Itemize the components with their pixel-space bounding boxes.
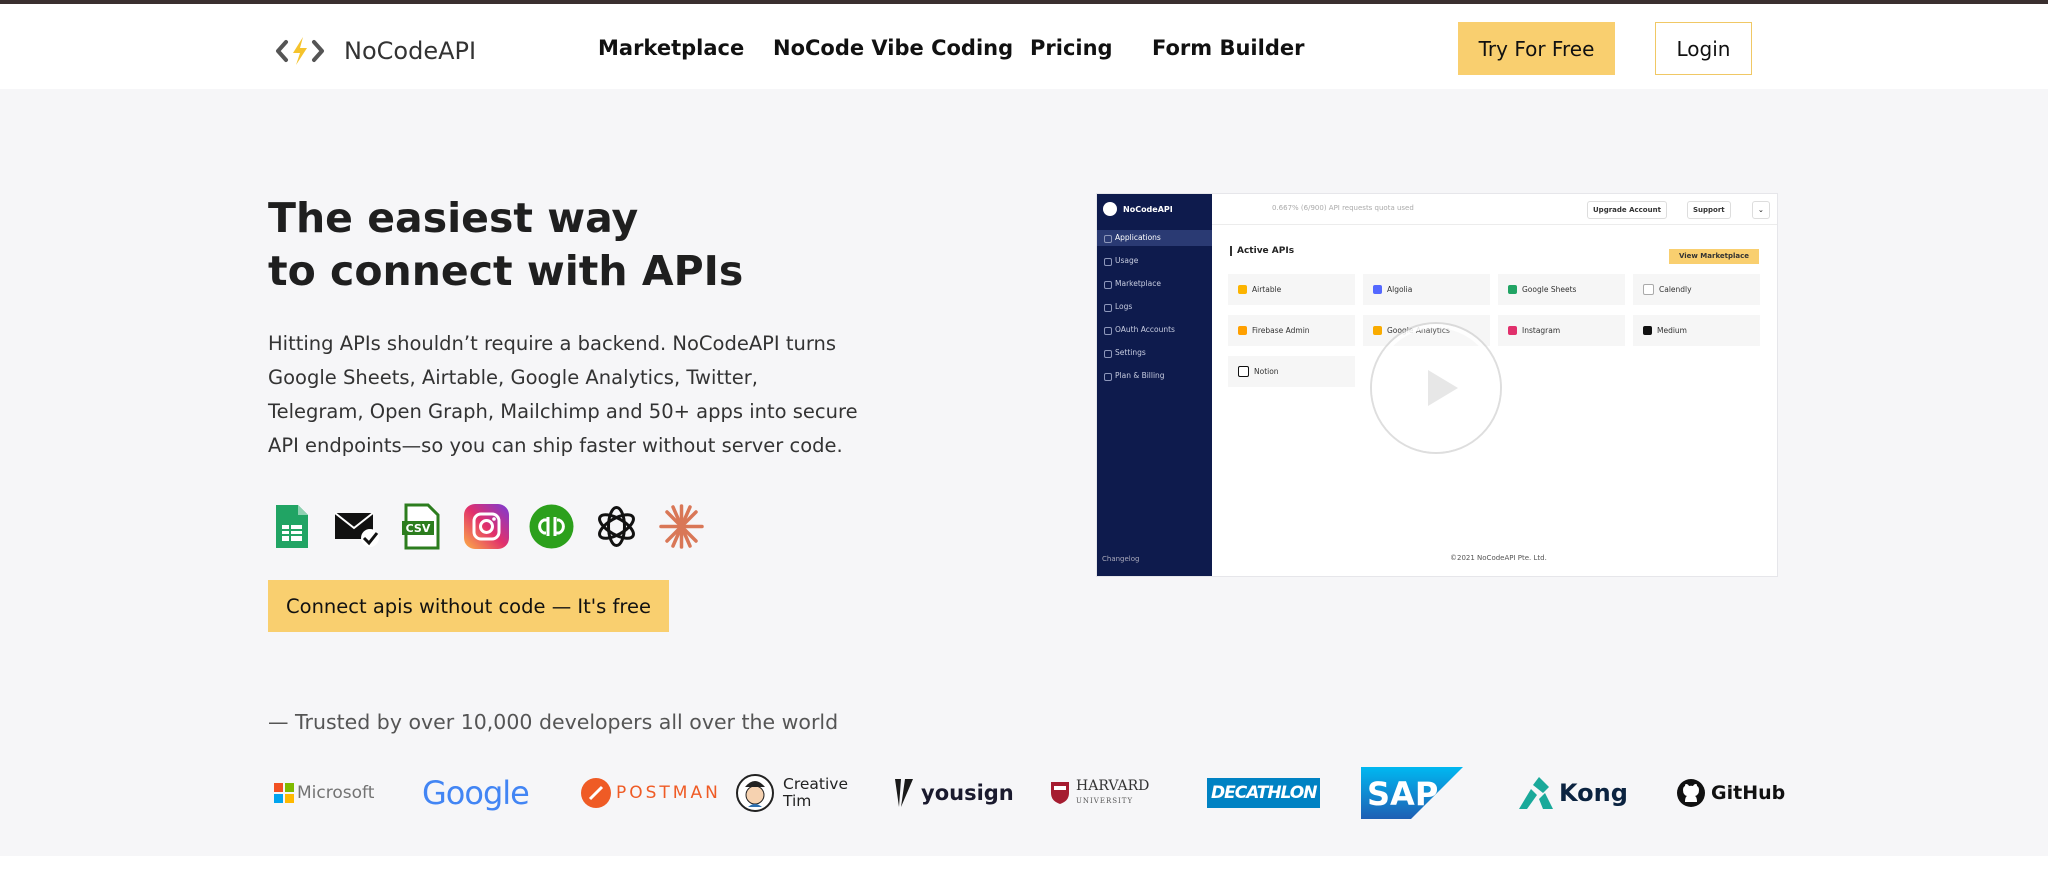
- csv-icon: CSV: [402, 503, 440, 550]
- instagram-icon: [464, 504, 509, 549]
- demo-sidebar-item: Settings: [1097, 345, 1212, 361]
- brand-yousign: yousign: [893, 768, 1014, 818]
- brand-harvard-sub: UNIVERSITY: [1076, 797, 1134, 805]
- hero-title: The easiest way to connect with APIs: [268, 192, 743, 298]
- demo-api-name: Instagram: [1522, 326, 1561, 335]
- demo-app-title: NoCodeAPI: [1097, 194, 1218, 224]
- brand-decathlon: DECATHLON: [1207, 768, 1321, 818]
- demo-api-card: Google Sheets: [1498, 274, 1625, 305]
- email-verify-icon: [334, 512, 379, 547]
- demo-sidebar-item: Plan & Billing: [1097, 368, 1212, 384]
- demo-support-button: Support: [1687, 201, 1731, 219]
- nav-link-marketplace[interactable]: Marketplace: [598, 36, 744, 60]
- demo-copyright: ©2021 NoCodeAPI Pte. Ltd.: [1450, 554, 1547, 562]
- try-for-free-button[interactable]: Try For Free: [1458, 22, 1615, 75]
- brand-name: NoCodeAPI: [344, 37, 477, 65]
- demo-quota-text: 0.667% (6/900) API requests quota used: [1272, 204, 1414, 212]
- creative-tim-logo-icon: [736, 774, 774, 812]
- demo-api-card: Algolia: [1363, 274, 1490, 305]
- demo-avatar-icon: [1103, 202, 1117, 216]
- demo-api-name: Firebase Admin: [1252, 326, 1310, 335]
- next-section: [0, 856, 2048, 881]
- harvard-shield-icon: [1051, 782, 1069, 804]
- brand-creative-tim: Creative Tim: [735, 768, 848, 818]
- brand-github-name: GitHub: [1711, 782, 1786, 804]
- yousign-logo-icon: [895, 779, 913, 807]
- demo-sidebar-item: Applications: [1097, 230, 1212, 246]
- brand-decathlon-name: DECATHLON: [1207, 778, 1321, 808]
- demo-api-card: Firebase Admin: [1228, 315, 1355, 346]
- brand-google-name: Google: [422, 774, 530, 812]
- brand-sap: SAP: [1361, 767, 1463, 819]
- demo-view-marketplace-button: View Marketplace: [1669, 249, 1759, 264]
- navbar: NoCodeAPI Marketplace NoCode Vibe Coding…: [0, 4, 2048, 89]
- brand-creative-tim-line1: Creative: [783, 775, 848, 793]
- demo-api-name: Calendly: [1659, 285, 1692, 294]
- demo-api-name: Medium: [1657, 326, 1687, 335]
- brand-postman: POSTMAN: [580, 768, 721, 818]
- demo-sidebar-item: OAuth Accounts: [1097, 322, 1212, 338]
- brand-postman-name: POSTMAN: [616, 783, 721, 803]
- brand-creative-tim-name: Creative Tim: [783, 776, 848, 810]
- microsoft-logo-icon: [274, 783, 294, 803]
- logo-icon: [276, 37, 324, 65]
- hero-title-line-2: to connect with APIs: [268, 247, 744, 295]
- hero-description: Hitting APIs shouldn’t require a backend…: [268, 332, 858, 457]
- brand-harvard-text: HARVARD UNIVERSITY: [1076, 779, 1149, 807]
- nav-link-form-builder[interactable]: Form Builder: [1152, 36, 1304, 60]
- demo-api-card: Airtable: [1228, 274, 1355, 305]
- demo-upgrade-button: Upgrade Account: [1587, 201, 1667, 219]
- demo-sidebar-item: Logs: [1097, 299, 1212, 315]
- demo-dropdown-icon: ⌄: [1752, 201, 1770, 219]
- demo-api-name: Google Sheets: [1522, 285, 1577, 294]
- connect-apis-cta-button[interactable]: Connect apis without code — It's free: [268, 580, 669, 632]
- openai-icon: [598, 506, 635, 547]
- svg-text:CSV: CSV: [406, 522, 431, 535]
- demo-api-name: Algolia: [1387, 285, 1413, 294]
- brand-microsoft: Microsoft: [274, 768, 374, 818]
- brand-google: Google: [422, 768, 530, 818]
- demo-sidebar: NoCodeAPI Applications Usage Marketplace…: [1097, 194, 1212, 576]
- login-button[interactable]: Login: [1655, 22, 1752, 75]
- hero-title-line-1: The easiest way: [268, 194, 639, 242]
- brand-harvard-name: HARVARD: [1076, 778, 1150, 794]
- brand-logo[interactable]: NoCodeAPI: [274, 33, 476, 69]
- demo-sidebar-item: Usage: [1097, 253, 1212, 269]
- nav-link-pricing[interactable]: Pricing: [1030, 36, 1113, 60]
- play-icon[interactable]: [1372, 324, 1500, 452]
- demo-app-name: NoCodeAPI: [1123, 204, 1173, 214]
- github-logo-icon: [1677, 779, 1705, 807]
- brand-kong: Kong: [1515, 768, 1628, 818]
- demo-api-card: Calendly: [1633, 274, 1760, 305]
- brand-yousign-name: yousign: [921, 781, 1014, 805]
- trusted-text: — Trusted by over 10,000 developers all …: [268, 710, 839, 734]
- google-sheets-icon: [276, 505, 308, 548]
- demo-changelog: Changelog: [1102, 555, 1140, 563]
- demo-section-title: Active APIs: [1230, 246, 1294, 256]
- brand-sap-name: SAP: [1367, 775, 1438, 813]
- quickbooks-icon: [529, 504, 574, 549]
- brand-microsoft-name: Microsoft: [297, 783, 375, 803]
- brand-kong-name: Kong: [1559, 779, 1628, 807]
- demo-api-name: Notion: [1254, 367, 1279, 376]
- brand-creative-tim-line2: Tim: [783, 792, 812, 810]
- brand-harvard: HARVARD UNIVERSITY: [1050, 768, 1149, 818]
- demo-api-card: Instagram: [1498, 315, 1625, 346]
- kong-logo-icon: [1519, 777, 1553, 809]
- nav-link-vibe-coding[interactable]: NoCode Vibe Coding: [773, 36, 1013, 60]
- demo-api-name: Airtable: [1252, 285, 1282, 294]
- demo-sidebar-item: Marketplace: [1097, 276, 1212, 292]
- demo-api-card: Medium: [1633, 315, 1760, 346]
- sap-logo-icon: SAP: [1361, 767, 1463, 819]
- demo-api-card: Notion: [1228, 356, 1355, 387]
- demo-video-player[interactable]: NoCodeAPI Applications Usage Marketplace…: [1097, 194, 1777, 576]
- brand-github: GitHub: [1676, 768, 1785, 818]
- demo-topbar: 0.667% (6/900) API requests quota used U…: [1212, 194, 1777, 225]
- app-icons-row: CSV: [268, 503, 705, 550]
- postman-logo-icon: [581, 778, 611, 808]
- claude-icon: [659, 504, 704, 549]
